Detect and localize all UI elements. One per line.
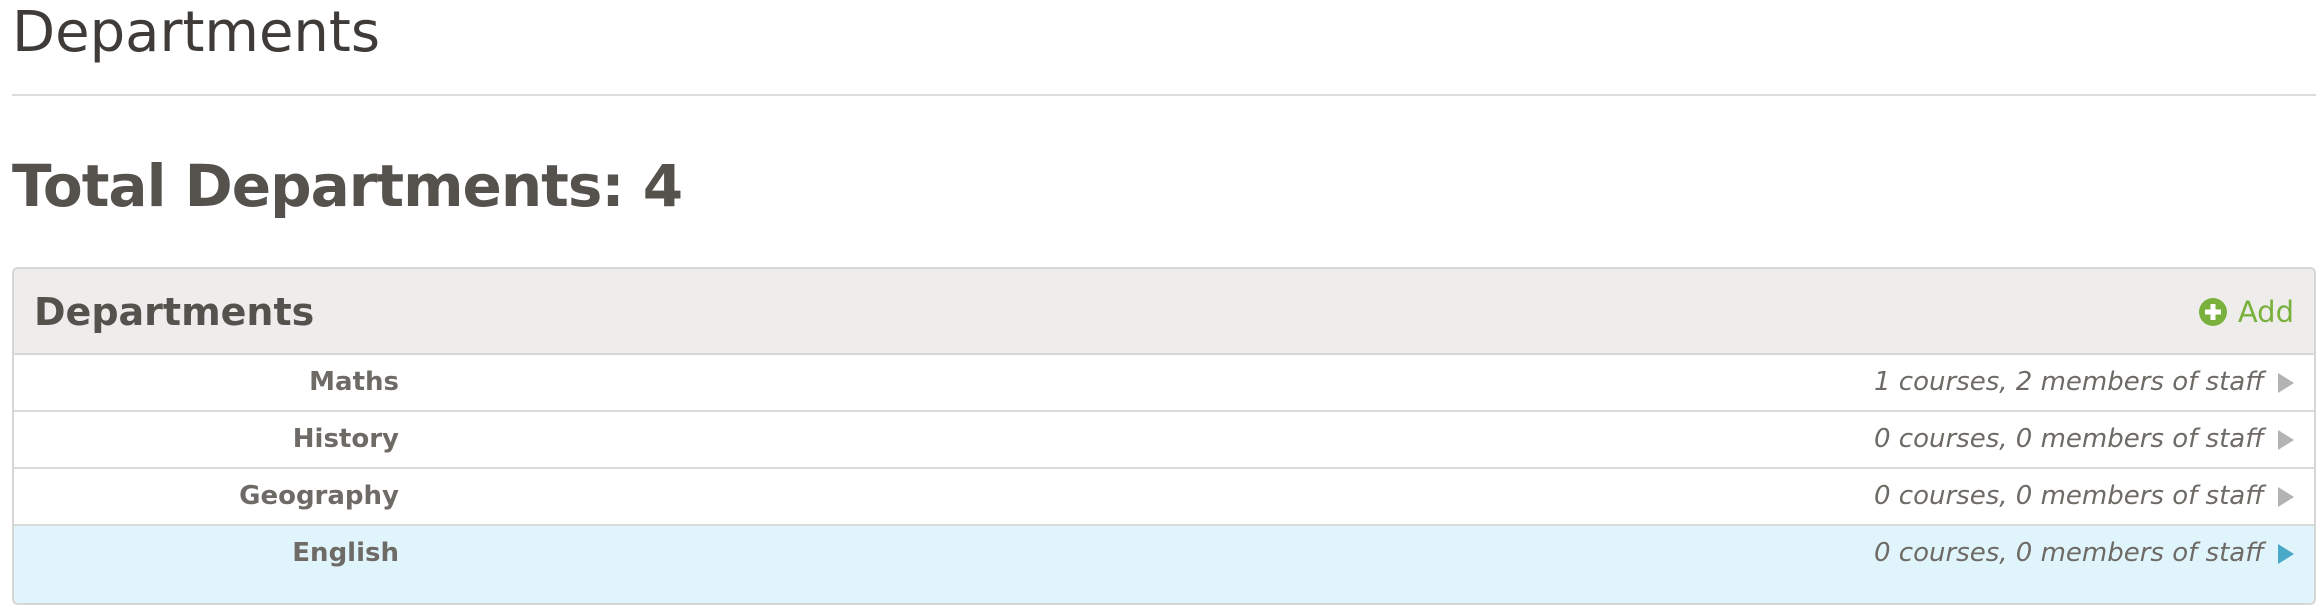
department-row-history[interactable]: History 0 courses, 0 members of staff xyxy=(14,412,2314,469)
plus-circle-icon xyxy=(2198,297,2228,327)
chevron-right-icon xyxy=(2278,487,2294,507)
department-name: Maths xyxy=(309,367,399,397)
department-list: Maths 1 courses, 2 members of staff Hist… xyxy=(14,355,2314,603)
department-name: History xyxy=(292,424,399,454)
total-departments-heading: Total Departments: 4 xyxy=(12,152,683,220)
department-name: English xyxy=(292,538,399,568)
panel-title: Departments xyxy=(34,290,315,334)
department-row-maths[interactable]: Maths 1 courses, 2 members of staff xyxy=(14,355,2314,412)
department-row-geography[interactable]: Geography 0 courses, 0 members of staff xyxy=(14,469,2314,526)
department-summary: 0 courses, 0 members of staff xyxy=(1873,538,2264,568)
department-summary: 0 courses, 0 members of staff xyxy=(1873,424,2264,454)
add-button-label: Add xyxy=(2237,295,2294,329)
department-name: Geography xyxy=(239,481,399,511)
add-department-button[interactable]: Add xyxy=(2198,295,2294,329)
chevron-right-icon xyxy=(2278,544,2294,564)
department-summary: 0 courses, 0 members of staff xyxy=(1873,481,2264,511)
panel-header: Departments Add xyxy=(14,269,2314,355)
page-title: Departments xyxy=(12,0,381,65)
chevron-right-icon xyxy=(2278,430,2294,450)
departments-panel: Departments Add Maths 1 courses, 2 membe… xyxy=(12,267,2316,605)
page: Departments Total Departments: 4 Departm… xyxy=(0,0,2322,614)
chevron-right-icon xyxy=(2278,373,2294,393)
department-row-english[interactable]: English 0 courses, 0 members of staff xyxy=(14,526,2314,603)
department-summary: 1 courses, 2 members of staff xyxy=(1873,367,2264,397)
title-divider xyxy=(12,94,2316,96)
